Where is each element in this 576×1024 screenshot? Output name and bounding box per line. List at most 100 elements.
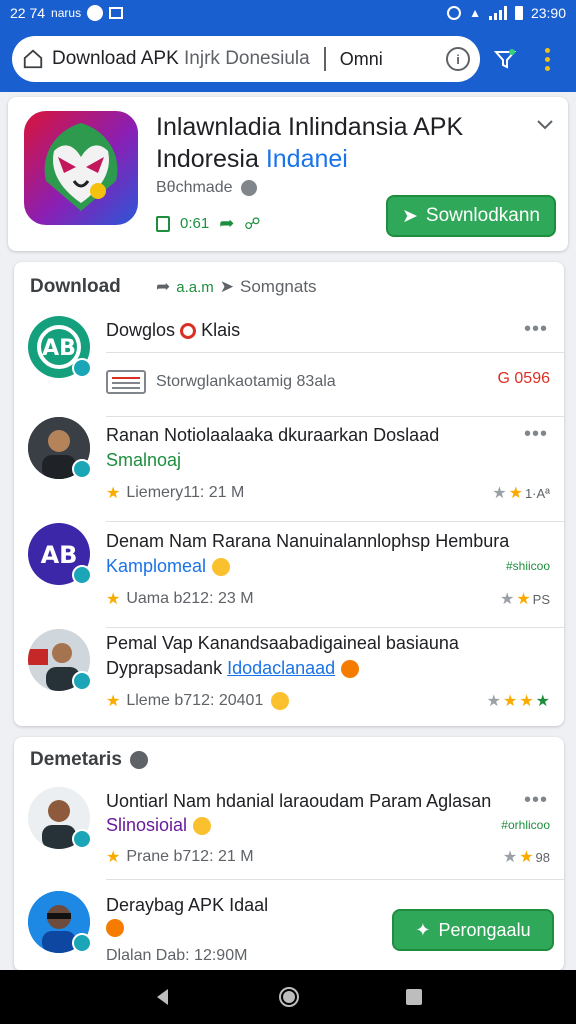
dem-section: Demetaris Uontiarl Nam hdanial laraoudam… [14,737,564,971]
divider [106,879,564,880]
file-size: G 0596 [497,370,550,387]
smile-emoji-icon [193,817,212,836]
chevron-down-icon[interactable] [536,119,554,131]
more-options-icon[interactable]: ••• [524,423,548,446]
developer-name: Bθchmade [156,179,233,196]
pin-icon: ✦ [415,919,431,940]
item-title: Ranan Notiolaalaaka dkuraarkan Doslaad [106,425,440,445]
item-title: Denam Nam Rarana Nanuinalannlophsp Hembu… [106,531,510,551]
item-meta: ★ Prane b712: 21 M [106,848,254,866]
developer-badge-icon [240,180,257,196]
smile-emoji-icon [271,692,290,710]
recents-icon[interactable] [405,988,423,1006]
verified-icon [72,829,92,849]
wifi-icon: ▲ [469,6,481,20]
item-subtitle-line: Dyprapsadank Idodaclanaad [106,658,360,679]
forward-arrow-icon: ➤ [219,277,235,296]
verified-icon [72,358,92,378]
star-icon: ★ [106,693,121,710]
item-subtitle[interactable]: Slinosioial [106,815,212,836]
verified-icon [72,459,92,479]
system-nav-bar [0,970,576,1024]
omni-label[interactable]: Omni [340,49,383,70]
star-icon: ★ [486,693,501,710]
star-icon: ★ [106,849,121,866]
star-icon: ★ [502,693,518,710]
url-text[interactable]: Download APK Injrk Donesiula [52,48,310,70]
tab-small[interactable]: a.a.m [176,279,214,296]
filter-icon [493,49,517,69]
list-item[interactable]: Ranan Notiolaalaaka dkuraarkan Doslaad •… [14,417,564,523]
star-icon: ★ [535,693,550,710]
notification-icon [87,5,104,21]
status-clock: 23:90 [530,5,566,21]
list-item[interactable]: AB Denam Nam Rarana Nanuinalannlophsp He… [14,523,564,629]
link-icon[interactable]: ☍ [244,214,260,234]
menu-button[interactable] [530,47,564,71]
more-options-icon[interactable]: ••• [524,318,548,341]
phone-icon [156,215,170,232]
item-title: Deraybag APK Idaal [106,895,269,915]
app-stats: 0:61 ➦ ☍ [156,213,261,234]
status-carrier: narus [51,6,82,20]
item-subtitle[interactable]: Smalnoaj [106,450,181,471]
stat-count: 0:61 [180,215,210,232]
list-item[interactable]: AB Dowglos Klais ••• Storwglankaotamig 8… [14,312,564,417]
home-circle-icon[interactable] [278,986,300,1008]
item-meta: ★ Lleme b712: 20401 [106,691,290,711]
record-icon [180,323,197,340]
heart-icon[interactable] [129,750,148,769]
home-icon[interactable] [22,48,44,70]
item-title: Pemal Vap Kanandsaabadigaineal basiauna [106,633,459,653]
star-icon: ★ [516,591,531,608]
app-icon [24,111,138,225]
item-title: Uontiarl Nam hdanial laraoudam Param Agl… [106,791,492,811]
section-tabs: ➦ a.a.m ➤ Somgnats [156,277,317,297]
address-bar[interactable]: Download APK Injrk Donesiula Omni i [12,36,480,82]
status-bar: 22 74 narus ▲ 23:90 [0,0,576,26]
back-icon[interactable] [153,987,173,1007]
star-icon: ★ [106,591,121,608]
divider [106,521,564,522]
status-time: 22 74 [10,5,46,21]
url-divider [323,47,326,71]
info-icon[interactable]: i [446,47,470,71]
share-icon[interactable]: ➦ [219,213,234,234]
browser-toolbar: Download APK Injrk Donesiula Omni i [0,26,576,92]
download-button[interactable]: ➤ Sownlodkann [386,195,556,237]
item-subtitle-link[interactable]: Idodaclanaad [227,658,335,678]
app-title-highlight: Indanei [265,145,348,173]
more-options-icon[interactable]: ••• [524,789,548,812]
section-heading: Demetaris [30,749,148,771]
primary-action-button[interactable]: ✦ Perongaalu [392,909,554,951]
rating: ★ ★ 1·Aª [492,485,550,502]
item-meta: Dlalan Dab: 12:90M [106,947,248,964]
divider [106,352,564,353]
rating: ★ ★ ★ ★ [487,691,550,711]
gallery-icon [109,7,124,19]
item-meta: ★ Liemery11: 21 M [106,484,245,502]
rating: ★ ★ PS [499,591,550,608]
divider [106,627,564,628]
tab-settings[interactable]: Somgnats [240,277,317,297]
file-icon [106,370,146,394]
item-meta: ★ Uama b212: 23 M [106,590,254,608]
app-title: Inlawnladia Inlindansia APK Indoresia In… [156,113,464,173]
app-header-card: Inlawnladia Inlindansia APK Indoresia In… [8,97,568,251]
item-tag: #shiicoo [505,559,550,573]
smile-emoji-icon [212,558,231,577]
section-heading: Download [30,276,121,297]
download-arrow-icon: ➤ [401,205,418,227]
list-item[interactable]: Pemal Vap Kanandsaabadigaineal basiauna … [14,629,564,724]
star-icon: ★ [106,485,121,502]
more-vert-icon [544,47,550,71]
svg-text:AB: AB [41,541,78,569]
star-icon: ★ [508,485,523,502]
star-icon: ★ [492,485,507,502]
list-item[interactable]: Uontiarl Nam hdanial laraoudam Param Agl… [14,785,564,881]
alarm-icon [447,6,462,20]
svg-text:AB: AB [42,336,76,361]
item-subtitle[interactable]: Kamplomeal [106,556,231,577]
developer-line: Bθchmade [156,179,257,197]
filter-button[interactable] [488,47,522,71]
